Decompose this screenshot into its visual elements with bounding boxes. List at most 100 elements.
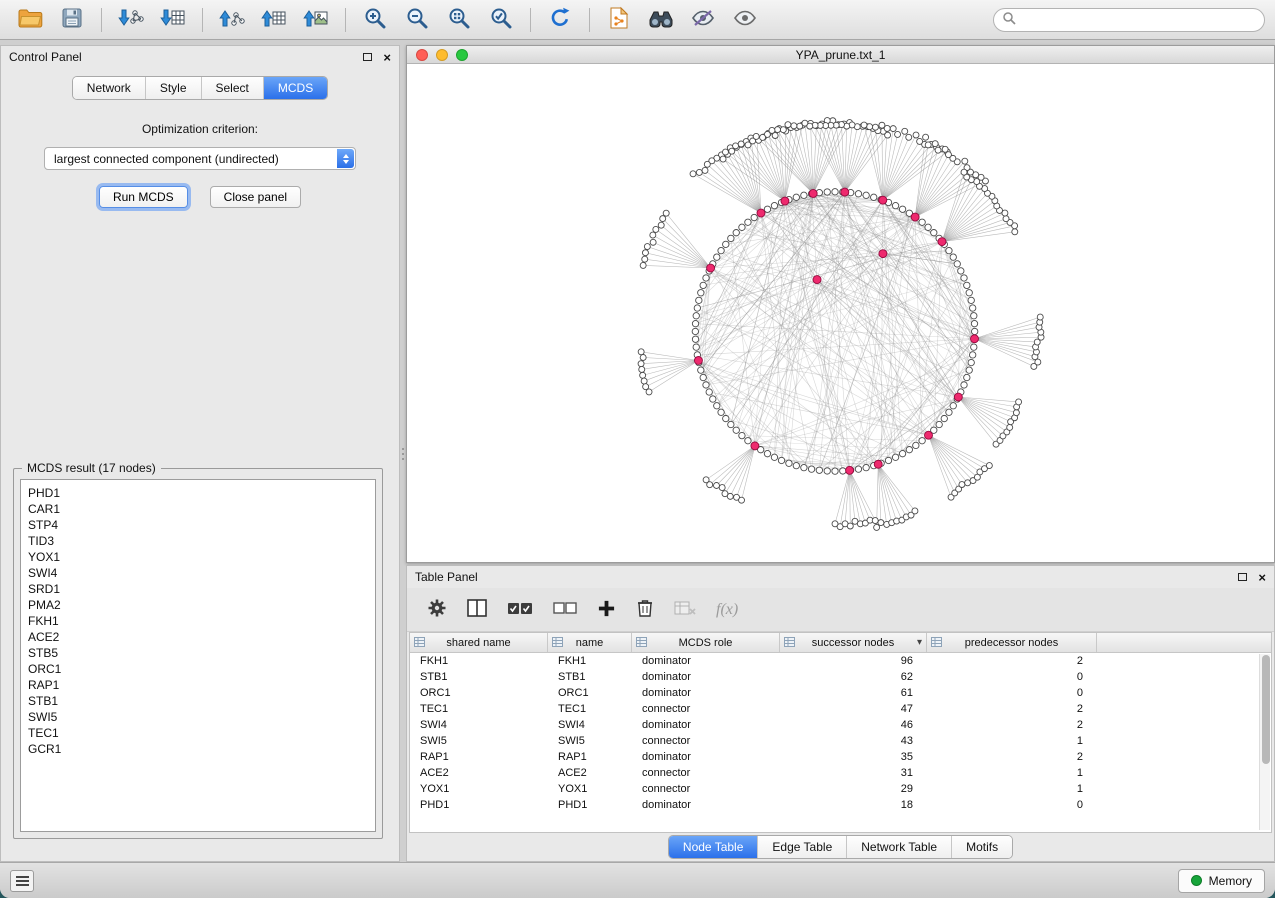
zoom-out-button[interactable] bbox=[397, 4, 437, 36]
table-scrollbar[interactable] bbox=[1259, 654, 1270, 830]
run-mcds-button[interactable]: Run MCDS bbox=[99, 186, 188, 208]
column-header-mcds-role[interactable]: MCDS role bbox=[632, 633, 780, 652]
select-stepper-icon bbox=[337, 149, 354, 168]
table-tabs: Node Table Edge Table Network Table Moti… bbox=[407, 833, 1274, 861]
import-table-icon bbox=[160, 7, 186, 32]
tab-node-table[interactable]: Node Table bbox=[669, 836, 758, 858]
mcds-result-title: MCDS result (17 nodes) bbox=[22, 461, 161, 475]
result-node[interactable]: SWI5 bbox=[28, 709, 368, 725]
search-input[interactable] bbox=[1022, 12, 1256, 28]
table-cell: YOX1 bbox=[410, 783, 548, 795]
panel-menu-button[interactable] bbox=[10, 870, 34, 892]
table-cell: 29 bbox=[780, 783, 927, 795]
save-button[interactable] bbox=[52, 4, 92, 36]
tab-style[interactable]: Style bbox=[145, 77, 201, 99]
memory-status-icon bbox=[1191, 875, 1202, 886]
mcds-result-list[interactable]: PHD1CAR1STP4TID3YOX1SWI4SRD1PMA2FKH1ACE2… bbox=[20, 479, 376, 832]
add-column-button[interactable] bbox=[597, 599, 616, 621]
result-node[interactable]: SRD1 bbox=[28, 581, 368, 597]
open-button[interactable] bbox=[10, 4, 50, 36]
float-panel-button[interactable] bbox=[363, 53, 372, 61]
tab-edge-table[interactable]: Edge Table bbox=[757, 836, 846, 858]
close-panel-button[interactable]: × bbox=[383, 51, 391, 64]
column-header-predecessor-nodes[interactable]: predecessor nodes bbox=[927, 633, 1097, 652]
memory-button[interactable]: Memory bbox=[1178, 869, 1265, 893]
table-cell: 96 bbox=[780, 655, 927, 667]
result-node[interactable]: TID3 bbox=[28, 533, 368, 549]
table-cell: connector bbox=[632, 735, 780, 747]
table-row[interactable]: STB1STB1dominator620 bbox=[410, 669, 1259, 685]
table-cell: TEC1 bbox=[548, 703, 632, 715]
window-minimize-button[interactable] bbox=[436, 49, 448, 61]
tab-mcds[interactable]: MCDS bbox=[263, 77, 327, 99]
table-row[interactable]: TEC1TEC1connector472 bbox=[410, 701, 1259, 717]
show-button[interactable] bbox=[725, 4, 765, 36]
hide-button[interactable] bbox=[683, 4, 723, 36]
delete-column-button[interactable] bbox=[636, 598, 654, 621]
result-node[interactable]: RAP1 bbox=[28, 677, 368, 693]
column-header-name[interactable]: name bbox=[548, 633, 632, 652]
zoom-selected-button[interactable] bbox=[481, 4, 521, 36]
refresh-button[interactable] bbox=[540, 4, 580, 36]
splitter-grip-icon bbox=[402, 453, 404, 455]
window-close-button[interactable] bbox=[416, 49, 428, 61]
trash-icon bbox=[636, 598, 654, 621]
window-zoom-button[interactable] bbox=[456, 49, 468, 61]
zoom-fit-button[interactable] bbox=[439, 4, 479, 36]
tab-select[interactable]: Select bbox=[201, 77, 263, 99]
zoom-in-button[interactable] bbox=[355, 4, 395, 36]
select-all-button[interactable] bbox=[507, 600, 533, 619]
result-node[interactable]: STB5 bbox=[28, 645, 368, 661]
table-row[interactable]: FKH1FKH1dominator962 bbox=[410, 653, 1259, 669]
table-cell: ORC1 bbox=[548, 687, 632, 699]
result-node[interactable]: ORC1 bbox=[28, 661, 368, 677]
table-row[interactable]: ORC1ORC1dominator610 bbox=[410, 685, 1259, 701]
table-row[interactable]: YOX1YOX1connector291 bbox=[410, 781, 1259, 797]
result-node[interactable]: ACE2 bbox=[28, 629, 368, 645]
table-row[interactable]: ACE2ACE2connector311 bbox=[410, 765, 1259, 781]
result-node[interactable]: CAR1 bbox=[28, 501, 368, 517]
export-table-button[interactable] bbox=[254, 4, 294, 36]
share-document-button[interactable] bbox=[599, 4, 639, 36]
float-table-panel-button[interactable] bbox=[1238, 573, 1247, 581]
scrollbar-thumb[interactable] bbox=[1262, 655, 1270, 764]
export-image-button[interactable] bbox=[296, 4, 336, 36]
result-node[interactable]: STB1 bbox=[28, 693, 368, 709]
export-network-button[interactable] bbox=[212, 4, 252, 36]
result-node[interactable]: YOX1 bbox=[28, 549, 368, 565]
network-canvas[interactable] bbox=[407, 64, 1274, 563]
table-row[interactable]: PHD1PHD1dominator180 bbox=[410, 797, 1259, 813]
table-row[interactable]: SWI5SWI5connector431 bbox=[410, 733, 1259, 749]
table-panel: Table Panel × f(x) shared name name MCDS… bbox=[406, 565, 1275, 862]
table-cell: STB1 bbox=[548, 671, 632, 683]
control-panel: Control Panel × Network Style Select MCD… bbox=[0, 45, 400, 862]
result-node[interactable]: PHD1 bbox=[28, 485, 368, 501]
column-header-successor-nodes[interactable]: successor nodes▾ bbox=[780, 633, 927, 652]
close-panel-button2[interactable]: Close panel bbox=[210, 186, 301, 208]
import-table-button[interactable] bbox=[153, 4, 193, 36]
table-row[interactable]: SWI4SWI4dominator462 bbox=[410, 717, 1259, 733]
tab-network-table[interactable]: Network Table bbox=[846, 836, 951, 858]
close-table-panel-button[interactable]: × bbox=[1258, 571, 1266, 584]
result-node[interactable]: FKH1 bbox=[28, 613, 368, 629]
tab-motifs[interactable]: Motifs bbox=[951, 836, 1012, 858]
result-node[interactable]: TEC1 bbox=[28, 725, 368, 741]
table-settings-button[interactable] bbox=[427, 598, 447, 621]
result-node[interactable]: SWI4 bbox=[28, 565, 368, 581]
tab-network[interactable]: Network bbox=[73, 77, 145, 99]
result-node[interactable]: GCR1 bbox=[28, 741, 368, 757]
table-row[interactable]: RAP1RAP1dominator352 bbox=[410, 749, 1259, 765]
show-columns-button[interactable] bbox=[467, 599, 487, 620]
column-header-shared-name[interactable]: shared name bbox=[410, 633, 548, 652]
zoom-selected-icon bbox=[489, 6, 513, 33]
result-node[interactable]: STP4 bbox=[28, 517, 368, 533]
result-node[interactable]: PMA2 bbox=[28, 597, 368, 613]
criterion-select[interactable]: largest connected component (undirected) bbox=[44, 147, 356, 170]
table-cell: PHD1 bbox=[548, 799, 632, 811]
search-box[interactable] bbox=[993, 8, 1265, 32]
deselect-all-button[interactable] bbox=[553, 600, 577, 619]
import-network-button[interactable] bbox=[111, 4, 151, 36]
table-cell: dominator bbox=[632, 751, 780, 763]
plus-icon bbox=[597, 599, 616, 621]
binoculars-button[interactable] bbox=[641, 4, 681, 36]
